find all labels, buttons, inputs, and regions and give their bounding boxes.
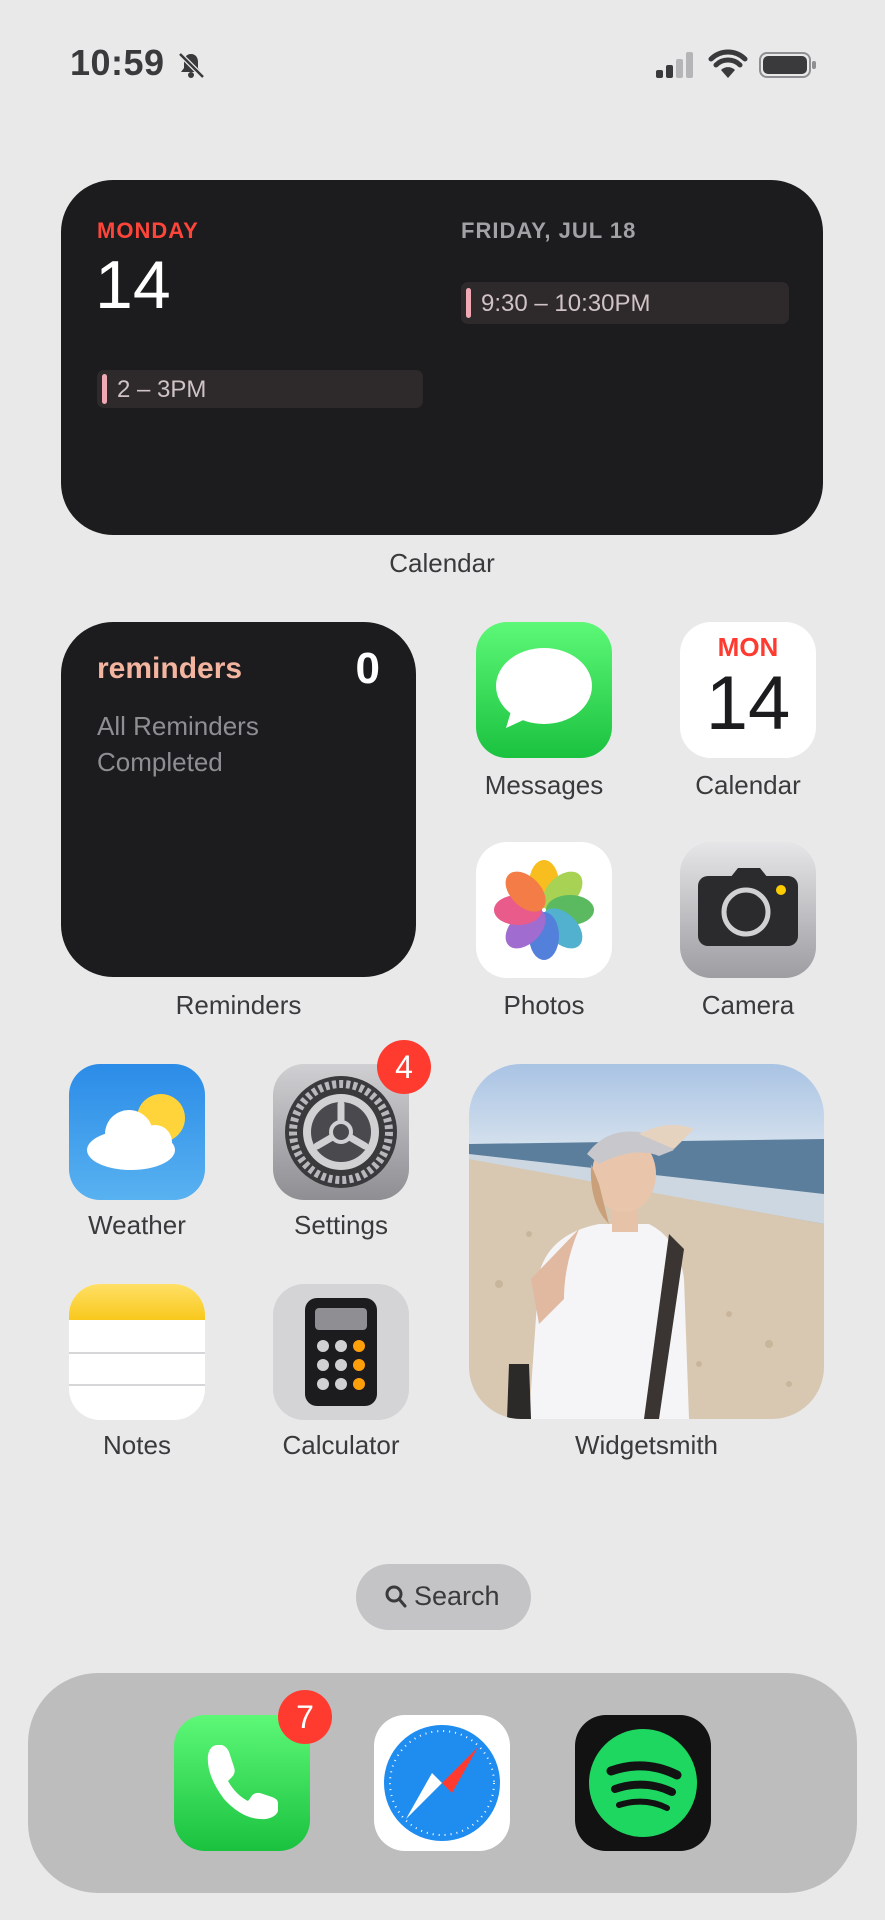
calendar-widget[interactable]: MONDAY 14 2 – 3PM FRIDAY, JUL 18 9:30 – … bbox=[61, 180, 823, 535]
wifi-icon bbox=[708, 49, 748, 78]
calendar-event-today[interactable]: 2 – 3PM bbox=[97, 370, 423, 408]
reminders-widget[interactable]: reminders 0 All Reminders Completed bbox=[61, 622, 416, 977]
sun-cloud-icon bbox=[87, 1094, 185, 1170]
battery-icon bbox=[759, 52, 816, 78]
widgetsmith-label: Widgetsmith bbox=[574, 1430, 719, 1460]
event-time: 9:30 – 10:30PM bbox=[481, 290, 651, 317]
camera-label: Camera bbox=[701, 990, 795, 1020]
beach-portrait-photo bbox=[469, 1064, 824, 1419]
event-color-bar bbox=[102, 374, 107, 404]
calendar-widget-upcoming-day: FRIDAY, JUL 18 bbox=[461, 218, 637, 243]
reminders-message: All Reminders Completed bbox=[97, 711, 259, 777]
calendar-event-upcoming[interactable]: 9:30 – 10:30PM bbox=[461, 282, 789, 324]
reminders-widget-label: Reminders bbox=[175, 990, 302, 1020]
reminders-title: reminders bbox=[97, 652, 243, 685]
photos-app-icon[interactable] bbox=[476, 842, 612, 978]
notes-label: Notes bbox=[103, 1430, 171, 1460]
safari-compass-icon bbox=[384, 1725, 500, 1841]
status-time: 10:59 bbox=[70, 42, 165, 83]
search-label: Search bbox=[414, 1581, 500, 1611]
messages-app-icon[interactable] bbox=[476, 622, 612, 758]
camera-app-icon[interactable] bbox=[680, 842, 816, 978]
cellular-signal-icon bbox=[656, 52, 693, 78]
speech-bubble-icon bbox=[496, 648, 592, 728]
calendar-label: Calendar bbox=[695, 770, 801, 800]
messages-label: Messages bbox=[484, 770, 604, 800]
calculator-app-icon[interactable] bbox=[273, 1284, 409, 1420]
settings-label: Settings bbox=[294, 1210, 388, 1240]
photos-flower-icon bbox=[494, 860, 594, 960]
calendar-icon-month: MON bbox=[717, 632, 779, 662]
widgetsmith-photo-widget[interactable] bbox=[469, 1064, 824, 1419]
photos-label: Photos bbox=[503, 990, 585, 1020]
event-color-bar bbox=[466, 288, 471, 318]
bell-slash-icon bbox=[178, 52, 205, 79]
camera-icon bbox=[698, 868, 798, 946]
notes-app-icon[interactable] bbox=[69, 1284, 205, 1420]
calendar-icon-date: 14 bbox=[705, 661, 791, 746]
safari-app-icon[interactable] bbox=[374, 1715, 510, 1851]
calendar-widget-label: Calendar bbox=[389, 548, 495, 578]
spotify-app-icon[interactable] bbox=[575, 1715, 711, 1851]
notes-header-strip bbox=[69, 1284, 205, 1320]
calculator-label: Calculator bbox=[282, 1430, 400, 1460]
reminders-count: 0 bbox=[355, 644, 380, 693]
search-icon bbox=[385, 1585, 407, 1608]
calendar-app-icon[interactable]: MON 14 bbox=[680, 622, 816, 758]
weather-label: Weather bbox=[88, 1210, 186, 1240]
settings-notification-badge: 4 bbox=[377, 1040, 431, 1094]
weather-app-icon[interactable] bbox=[69, 1064, 205, 1200]
calendar-widget-day: MONDAY bbox=[97, 218, 199, 243]
calculator-icon bbox=[305, 1298, 377, 1406]
event-time: 2 – 3PM bbox=[117, 376, 207, 403]
search-button[interactable]: Search bbox=[356, 1564, 531, 1630]
spotify-icon bbox=[589, 1729, 697, 1837]
notes-line bbox=[69, 1352, 205, 1354]
calendar-widget-date: 14 bbox=[95, 247, 171, 323]
phone-notification-badge: 7 bbox=[278, 1690, 332, 1744]
notes-line bbox=[69, 1384, 205, 1386]
